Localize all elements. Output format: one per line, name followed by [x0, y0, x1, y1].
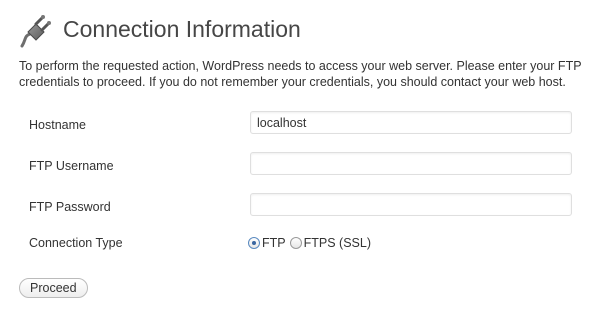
intro-text: To perform the requested action, WordPre…	[19, 59, 582, 89]
ftp-radio-label[interactable]: FTP	[262, 236, 286, 250]
ftp-radio[interactable]	[248, 237, 260, 249]
ftps-radio[interactable]	[289, 237, 302, 249]
ftp-password-input[interactable]	[250, 193, 572, 216]
connection-type-row: Connection Type FTP FTPS (SSL)	[0, 232, 608, 262]
ftp-username-label: FTP Username	[29, 159, 114, 173]
hostname-row: Hostname	[0, 111, 608, 141]
ftp-username-row: FTP Username	[0, 152, 608, 182]
ftp-password-label: FTP Password	[29, 200, 111, 214]
proceed-button[interactable]: Proceed	[19, 278, 88, 298]
ftps-radio-label[interactable]: FTPS (SSL)	[304, 236, 371, 250]
connection-type-label: Connection Type	[29, 236, 123, 250]
page-title: Connection Information	[63, 16, 301, 42]
hostname-label: Hostname	[29, 118, 86, 132]
hostname-input[interactable]	[250, 111, 572, 134]
ftp-username-input[interactable]	[250, 152, 572, 175]
plug-icon	[20, 15, 51, 48]
ftp-password-row: FTP Password	[0, 193, 608, 223]
connection-type-options: FTP FTPS (SSL)	[248, 236, 375, 250]
